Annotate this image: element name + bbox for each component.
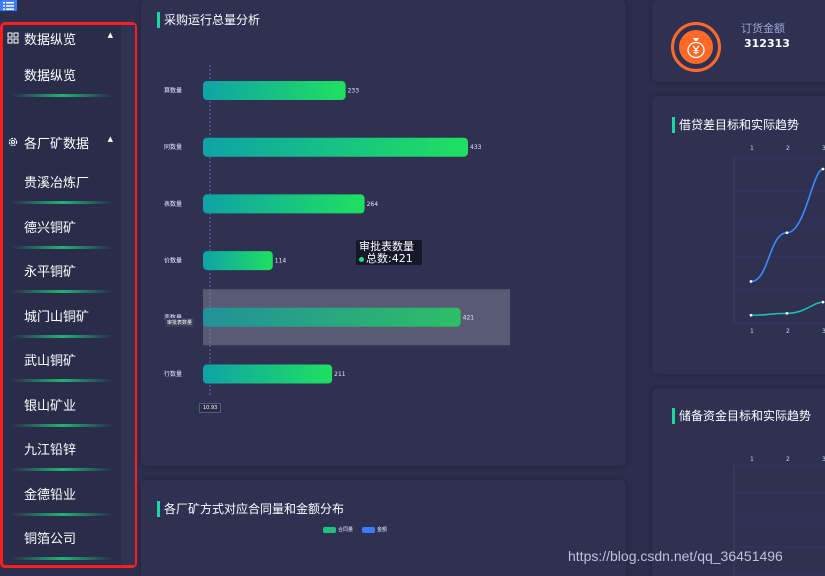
sidebar-group-label: 各厂矿数据 xyxy=(24,136,90,152)
bar[interactable] xyxy=(203,364,333,384)
yen-bag-icon xyxy=(687,38,705,58)
trend-point[interactable] xyxy=(821,167,825,171)
bar[interactable] xyxy=(203,194,365,214)
trend-line xyxy=(750,168,824,283)
sidebar-group-overview[interactable]: 数据纵览 ▲ xyxy=(3,27,121,49)
sidebar-item-copper-foil[interactable]: 铜箔公司 xyxy=(3,516,121,560)
legend-swatch xyxy=(323,526,336,533)
bar[interactable] xyxy=(203,137,468,157)
sidebar-item-label: 武山铜矿 xyxy=(24,354,77,369)
menu-toggle-button[interactable] xyxy=(0,0,17,11)
sidebar-item-yinshan-mining[interactable]: 银山矿业 xyxy=(3,383,121,427)
x-tick-label: 1 xyxy=(750,456,754,463)
credit-trend-title: 借贷差目标和实际趋势 xyxy=(672,117,799,133)
trend-point[interactable] xyxy=(785,231,789,235)
bar-category-label: 算数量 xyxy=(164,87,182,95)
sidebar-item-label: 永平铜矿 xyxy=(24,265,77,280)
sidebar-item-overview[interactable]: 数据纵览 xyxy=(3,53,121,97)
tooltip-row: 总数: 421 xyxy=(359,253,419,265)
sidebar-group-plants[interactable]: 各厂矿数据 ▲ xyxy=(3,131,121,153)
order-amount-label: 订货金额 xyxy=(741,22,785,35)
sidebar-item-label: 城门山铜矿 xyxy=(24,310,90,325)
watermark-text: https://blog.csdn.net/qq_36451496 xyxy=(568,548,783,564)
bar-category-label: 价数量 xyxy=(164,257,182,265)
bar-value-label: 114 xyxy=(275,258,287,265)
caret-up-icon: ▲ xyxy=(107,135,113,143)
tooltip-row-value: 421 xyxy=(391,252,413,265)
legend-swatch xyxy=(362,526,376,533)
sidebar-item-label: 金德铅业 xyxy=(24,488,77,503)
bar-value-label: 421 xyxy=(463,314,475,321)
chart-tooltip: 审批表数量 总数: 421 xyxy=(356,240,422,265)
sidebar-item-wushan-copper[interactable]: 武山铜矿 xyxy=(3,338,121,382)
bar-value-label: 264 xyxy=(367,201,379,208)
sidebar-item-guixi-smelter[interactable]: 贵溪冶炼厂 xyxy=(3,160,121,204)
distribution-panel-title: 各厂矿方式对应合同量和金额分布 xyxy=(157,501,344,517)
trend-point[interactable] xyxy=(749,313,753,317)
x-tick-label-top: 2 xyxy=(786,145,790,152)
reserve-trend-title: 储备资金目标和实际趋势 xyxy=(672,408,811,424)
bar-category-label: 表数量 xyxy=(164,200,182,208)
sidebar-item-label: 数据纵览 xyxy=(24,69,77,84)
money-bag-icon xyxy=(671,22,721,72)
sidebar: 数据纵览 ▲ 数据纵览 各厂矿数据 ▲ 贵溪冶炼厂 德兴铜矿 永平铜矿 城门山铜… xyxy=(0,22,137,568)
procurement-bar-chart: 233算数量433同数量264表数量114价数量421表数量211行数量 xyxy=(164,65,510,395)
bar[interactable] xyxy=(203,81,346,100)
trend-point[interactable] xyxy=(821,300,825,304)
x-tick-label-top: 1 xyxy=(750,145,754,152)
legend-label: 合同量 xyxy=(338,527,354,533)
sidebar-item-label: 铜箔公司 xyxy=(24,532,77,547)
x-tick-label-bottom: 1 xyxy=(750,328,754,335)
sidebar-item-yongping-copper[interactable]: 永平铜矿 xyxy=(3,249,121,293)
legend-label: 金额 xyxy=(377,527,388,533)
sidebar-item-label: 银山矿业 xyxy=(24,399,77,414)
series-dot-icon xyxy=(359,256,364,262)
sidebar-item-dexing-copper[interactable]: 德兴铜矿 xyxy=(3,205,121,249)
sidebar-item-label: 德兴铜矿 xyxy=(24,221,77,236)
bar[interactable] xyxy=(203,251,273,271)
bar-category-label: 同数量 xyxy=(164,143,182,151)
sidebar-item-label: 贵溪冶炼厂 xyxy=(24,176,90,191)
sidebar-scrollbar[interactable] xyxy=(121,25,135,565)
trend-point[interactable] xyxy=(785,311,789,315)
distribution-legend: 合同量 金额 xyxy=(323,526,387,533)
bar-value-label: 233 xyxy=(348,88,360,95)
sidebar-item-chengmenshan-copper[interactable]: 城门山铜矿 xyxy=(3,294,121,338)
tooltip-row-label: 总数 xyxy=(366,252,388,265)
caret-up-icon: ▲ xyxy=(107,31,113,39)
bar-value-label: 211 xyxy=(334,371,346,378)
sidebar-item-jiujiang-leadzinc[interactable]: 九江铅锌 xyxy=(3,427,121,471)
x-tick-label-bottom: 2 xyxy=(786,328,790,335)
grid-icon xyxy=(7,32,19,44)
credit-trend-chart: 112233 xyxy=(733,145,825,335)
sidebar-item-label: 九江铅锌 xyxy=(24,443,77,458)
bar[interactable] xyxy=(203,307,461,327)
bar-value-label: 433 xyxy=(470,144,482,151)
x-tick-label: 2 xyxy=(786,456,790,463)
gear-icon xyxy=(8,137,18,147)
procurement-panel-title: 采购运行总量分析 xyxy=(157,12,260,28)
sidebar-group-label: 数据纵览 xyxy=(24,32,77,48)
x-axis-pointer-label: 10.93 xyxy=(199,403,222,413)
list-icon xyxy=(3,1,14,10)
money-bag-inner xyxy=(679,30,713,64)
bar-category-label: 行数量 xyxy=(164,370,182,378)
legend-item[interactable]: 金额 xyxy=(362,526,387,533)
legend-item[interactable]: 合同量 xyxy=(323,526,353,533)
order-amount-value: 312313 xyxy=(744,37,790,50)
y-axis-pointer-label: 审批表数量 xyxy=(165,318,195,327)
sidebar-item-jinde-lead[interactable]: 金德铅业 xyxy=(3,472,121,516)
trend-point[interactable] xyxy=(749,280,753,283)
